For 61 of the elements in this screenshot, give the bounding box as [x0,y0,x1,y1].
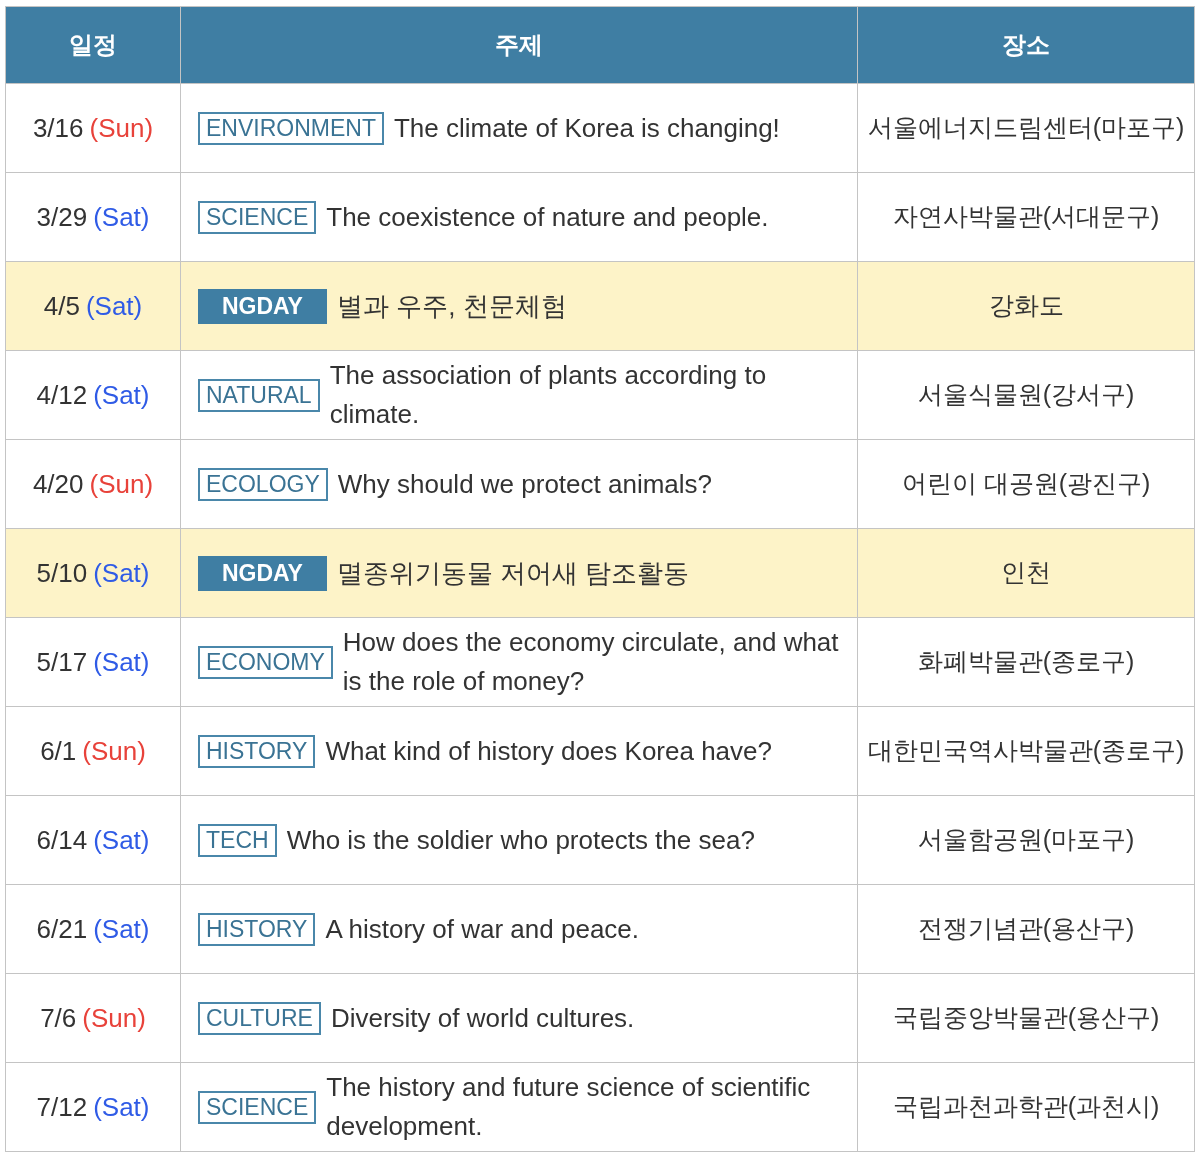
date-text: 3/16 [32,111,84,145]
category-tag: NGDAY [198,555,327,591]
weekday-text: (Sat) [93,645,150,679]
place-text: 서울함공원(마포구) [917,824,1135,856]
category-tag: NGDAY [198,288,327,324]
date-text: 6/14 [36,823,88,857]
topic-text: Diversity of world cultures. [330,1001,635,1035]
weekday-text: (Sat) [93,823,150,857]
topic-text: 멸종위기동물 저어새 탐조활동 [336,556,690,590]
weekday-text: (Sat) [93,556,150,590]
place-text: 대한민국역사박물관(종로구) [867,735,1185,767]
weekday-text: (Sun) [82,734,146,768]
weekday-text: (Sun) [82,1001,146,1035]
date-text: 5/17 [36,645,88,679]
category-tag: ECOLOGY [198,467,328,501]
topic-text: The association of plants according to climate. [329,359,768,431]
topic-text: The coexistence of nature and people. [326,200,769,234]
category-tag: HISTORY [198,734,316,768]
column-header: 장소 [1001,30,1051,60]
date-text: 4/12 [36,378,88,412]
topic-text: The climate of Korea is changing! [393,111,780,145]
place-text: 서울에너지드림센터(마포구) [867,112,1185,144]
place-text: 어린이 대공원(광진구) [901,468,1151,500]
topic-text: How does the economy circulate, and what is the role of money? [342,626,840,698]
weekday-text: (Sat) [93,912,150,946]
date-text: 3/29 [36,200,88,234]
weekday-text: (Sun) [89,111,154,145]
topic-text: 별과 우주, 천문체험 [336,289,567,323]
topic-text: Who is the soldier who protects the sea? [286,823,755,857]
category-tag: SCIENCE [198,200,317,234]
category-tag: ECONOMY [198,645,333,679]
weekday-text: (Sat) [93,378,150,412]
place-text: 화폐박물관(종로구) [917,646,1135,678]
category-tag: CULTURE [198,1001,321,1035]
topic-text: Why should we protect animals? [337,467,713,501]
place-text: 국립과천과학관(과천시) [892,1091,1160,1123]
date-text: 6/21 [36,912,88,946]
date-text: 6/1 [40,734,77,768]
date-text: 7/6 [40,1001,77,1035]
category-tag: ENVIRONMENT [198,111,384,145]
topic-text: The history and future science of scientific development. [326,1071,812,1143]
weekday-text: (Sat) [85,289,143,323]
place-text: 전쟁기념관(용산구) [917,913,1135,945]
date-text: 7/12 [36,1090,88,1124]
place-text: 자연사박물관(서대문구) [892,201,1160,233]
place-text: 인천 [1001,557,1051,589]
date-text: 4/20 [32,467,84,501]
weekday-text: (Sun) [89,467,154,501]
date-text: 4/5 [43,289,80,323]
topic-text: A history of war and peace. [325,912,640,946]
topic-text: What kind of history does Korea have? [325,734,772,768]
date-text: 5/10 [36,556,88,590]
category-tag: HISTORY [198,912,316,946]
category-tag: TECH [198,823,277,857]
category-tag: NATURAL [198,378,320,412]
weekday-text: (Sat) [93,200,150,234]
place-text: 국립중앙박물관(용산구) [892,1002,1160,1034]
category-tag: SCIENCE [198,1090,317,1124]
place-text: 강화도 [988,290,1064,322]
weekday-text: (Sat) [93,1090,150,1124]
place-text: 서울식물원(강서구) [917,379,1135,411]
